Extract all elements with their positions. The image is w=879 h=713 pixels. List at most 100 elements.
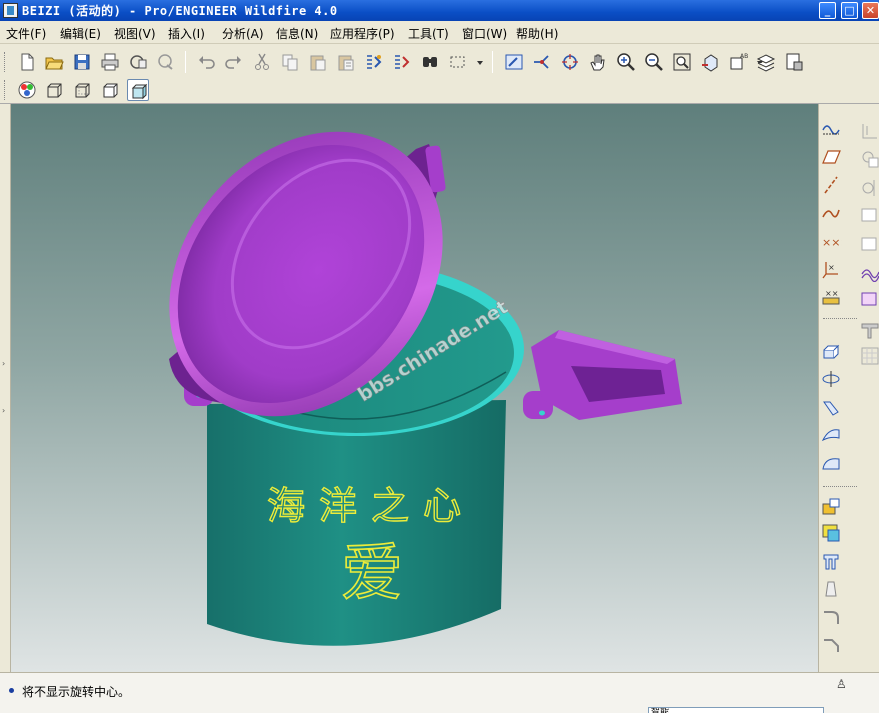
shading-icon[interactable] [127,79,149,101]
datum-plane-display-icon[interactable] [820,118,842,140]
menu-bar: 文件(F) 编辑(E) 视图(V) 插入(I) 分析(A) 信息(N) 应用程序… [0,21,879,44]
merge-tool-icon[interactable] [859,204,879,226]
variable-section-sweep-icon[interactable] [820,396,842,418]
undo-icon[interactable] [195,51,217,73]
cut-icon[interactable] [251,51,273,73]
toolbar-separator [823,486,857,487]
hidden-line-icon[interactable] [71,79,93,101]
engraving-slogan: 海洋之心 [267,484,475,528]
datum-plane-tool-icon[interactable] [820,146,842,168]
mirror-tool-icon[interactable] [859,176,879,198]
regenerate-icon[interactable] [363,51,385,73]
revolve-tool-icon[interactable] [820,368,842,390]
coordinate-system-tool-icon[interactable]: × [820,258,842,280]
pan-hand-icon[interactable] [587,51,609,73]
maximize-button[interactable]: □ [841,2,858,19]
copy-icon[interactable] [279,51,301,73]
menu-tools[interactable]: 工具(T) [408,25,449,42]
new-file-icon[interactable] [16,51,38,73]
toolbar-separator [492,51,493,73]
engraving-love: 爱 [341,536,403,609]
menu-file[interactable]: 文件(F) [6,25,46,42]
paste-icon[interactable] [307,51,329,73]
feature-toolbar: ××× × ×× [818,104,879,672]
menu-analysis[interactable]: 分析(A) [222,25,264,42]
app-icon[interactable] [3,3,18,18]
datum-point-tool-icon[interactable]: ××× [820,230,842,252]
save-icon[interactable] [71,51,93,73]
saved-views-icon[interactable]: AB [727,51,749,73]
message-area: 将不显示旋转中心。 ♙ 智能 [0,672,879,713]
refit-icon[interactable] [671,51,693,73]
svg-text:××: ×× [825,289,838,298]
extrude-tool-icon[interactable] [820,340,842,362]
toolbar-grip[interactable] [4,52,7,72]
menu-insert[interactable]: 插入(I) [168,25,205,42]
close-button[interactable]: ✕ [862,2,879,19]
selection-dropdown-chevron-icon[interactable] [469,51,483,73]
graphics-window[interactable]: bbs.chinade.net 海洋之心 爱 [11,104,818,672]
toolbar-separator [185,51,186,73]
wireframe-icon[interactable] [43,79,65,101]
draft-tool-icon[interactable] [820,578,842,600]
spin-center-icon[interactable] [531,51,553,73]
datum-axis-tool-icon[interactable] [820,174,842,196]
copy-feature-icon[interactable] [859,148,879,170]
expand-browser-icon[interactable]: › [2,406,5,415]
orient-mode-icon[interactable] [559,51,581,73]
offset-tool-icon[interactable] [859,288,879,310]
message-bullet-icon [9,688,14,693]
datum-curve-tool-icon[interactable] [820,202,842,224]
send-email-icon[interactable] [127,51,149,73]
chamfer-tool-icon[interactable] [820,634,842,656]
expand-navigator-icon[interactable]: › [2,359,5,368]
menu-info[interactable]: 信息(N) [276,25,318,42]
menu-window[interactable]: 窗口(W) [462,25,507,42]
intersect-tool-icon[interactable] [859,260,879,282]
menu-help[interactable]: 帮助(H) [516,25,558,42]
toolbar-grip[interactable] [4,80,7,100]
shell-tool-icon[interactable] [820,522,842,544]
hole-tool-icon[interactable] [820,496,842,518]
menu-view[interactable]: 视图(V) [114,25,156,42]
reorient-icon[interactable] [699,51,721,73]
menu-applications[interactable]: 应用程序(P) [330,25,395,42]
window-title: BEIZI (活动的) - Pro/ENGINEER Wildfire 4.0 [22,4,338,18]
print-icon[interactable] [99,51,121,73]
trim-tool-icon[interactable] [859,232,879,254]
display-toolbar [0,76,879,104]
zoom-in-icon[interactable] [615,51,637,73]
zoom-out-icon[interactable] [643,51,665,73]
solidify-tool-icon[interactable] [859,344,879,366]
repaint-icon[interactable] [503,51,525,73]
find-icon[interactable] [419,51,441,73]
toolbar-separator [823,318,857,319]
minimize-button[interactable]: _ [819,2,836,19]
sketch-tool-icon[interactable] [859,120,879,142]
boundary-blend-icon[interactable] [820,424,842,446]
rib-tool-icon[interactable] [820,550,842,572]
round-tool-icon[interactable] [820,606,842,628]
status-message: 将不显示旋转中心。 [22,685,131,699]
svg-text:×××: ××× [822,236,842,249]
layers-icon[interactable] [755,51,777,73]
send-link-icon[interactable] [155,51,177,73]
latch-clip[interactable] [531,330,682,420]
user-icon: ♙ [836,677,847,691]
open-folder-icon[interactable] [43,51,65,73]
analysis-feature-icon[interactable]: ×× [820,286,842,308]
paste-special-icon[interactable] [335,51,357,73]
menu-edit[interactable]: 编辑(E) [60,25,101,42]
redo-icon[interactable] [223,51,245,73]
appearance-icon[interactable] [16,79,38,101]
selection-filter-dropdown[interactable]: 智能 [648,707,824,713]
regen-manager-icon[interactable] [391,51,413,73]
proe-window: BEIZI (活动的) - Pro/ENGINEER Wildfire 4.0 … [0,0,879,713]
thicken-tool-icon[interactable] [859,320,879,342]
style-tool-icon[interactable] [820,452,842,474]
no-hidden-icon[interactable] [99,79,121,101]
navigator-collapse-strip[interactable]: › › [0,104,11,672]
view-manager-icon[interactable] [783,51,805,73]
selection-box-icon[interactable] [447,51,469,73]
main-toolbar: AB [0,48,879,76]
